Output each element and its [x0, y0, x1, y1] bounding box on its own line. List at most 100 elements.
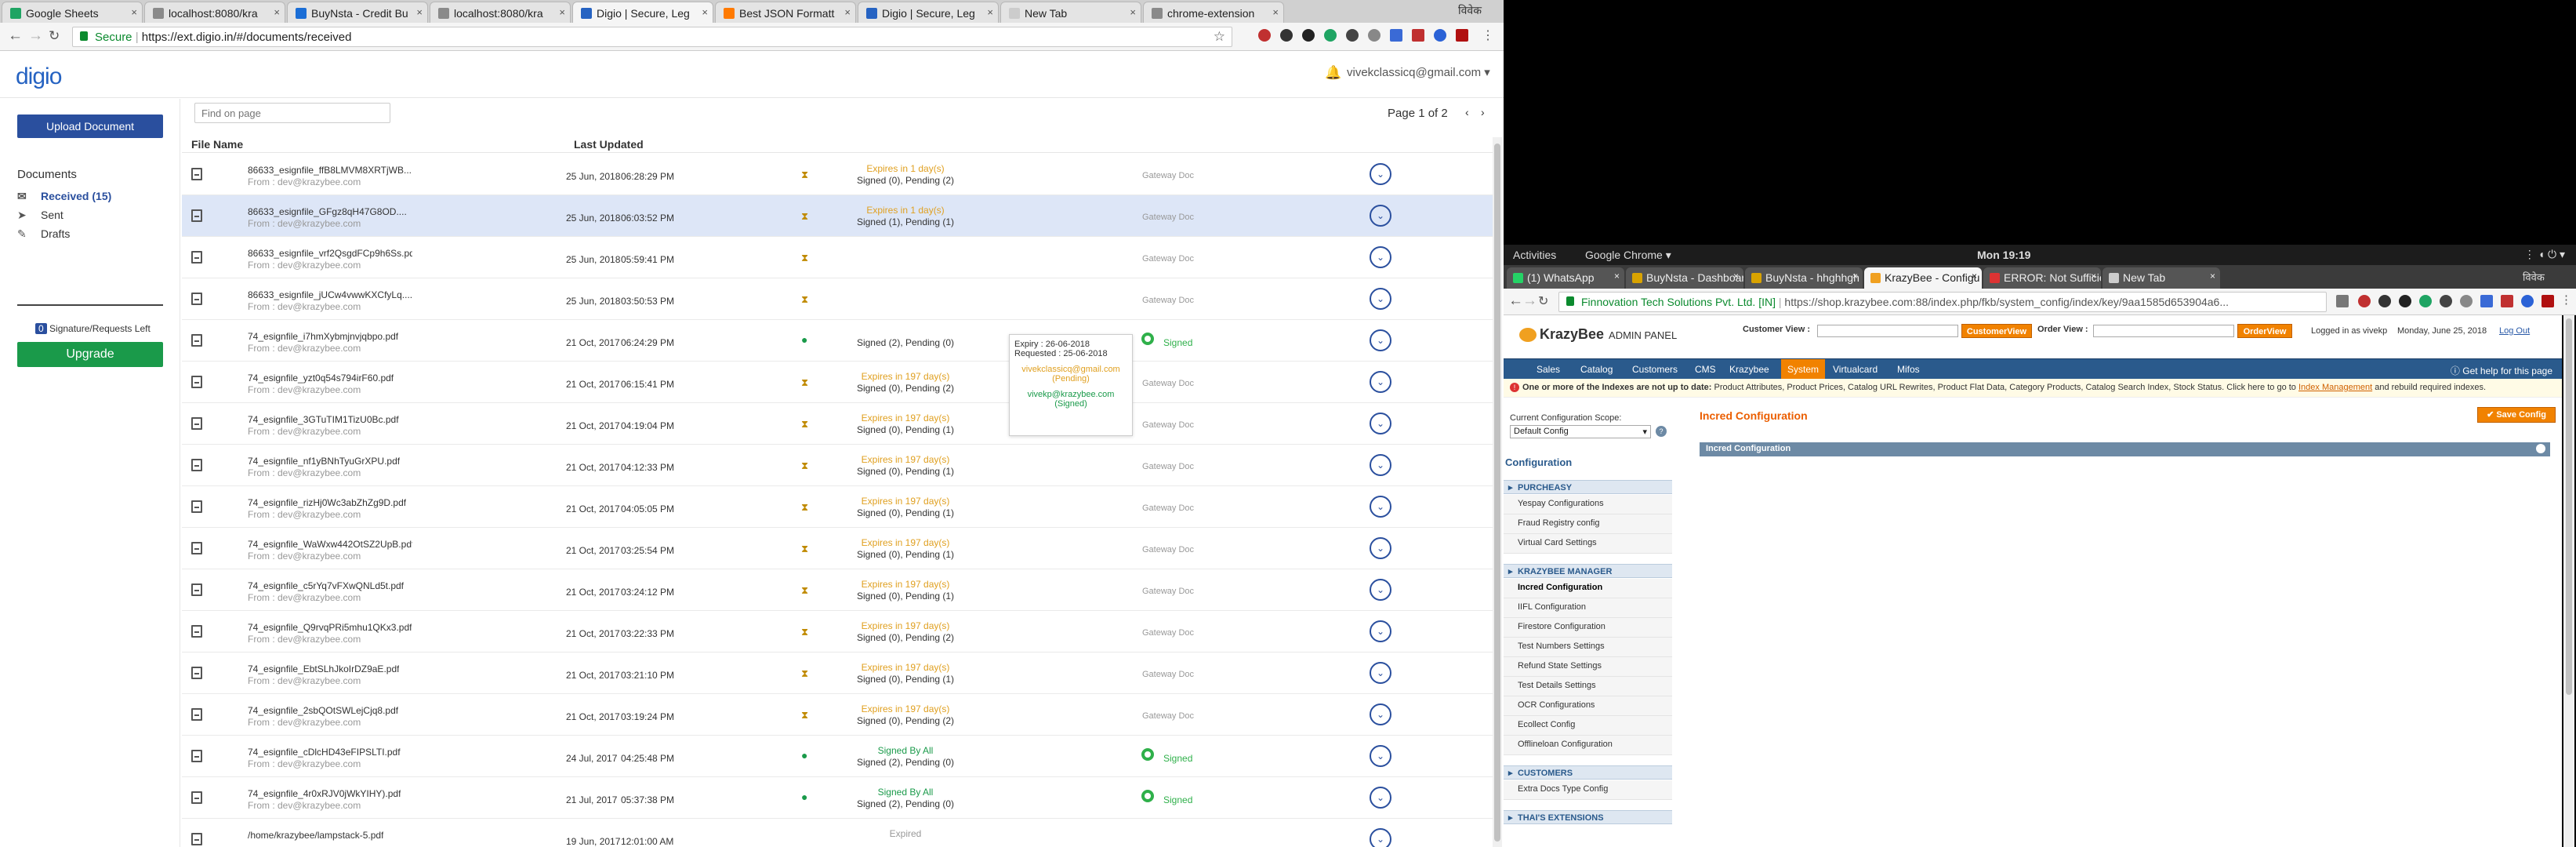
table-row[interactable]: 74_esignfile_c5rYq7vFXwQNLd5t.pdf From : …	[182, 569, 1493, 611]
back-icon[interactable]: ←	[1508, 293, 1523, 310]
extension-icon[interactable]	[1302, 29, 1315, 42]
close-icon[interactable]: ×	[1852, 271, 1858, 282]
file-name[interactable]: 86633_esignfile_vrf2QsgdFCp9h6Ss.pdf	[248, 248, 412, 259]
forward-icon[interactable]: →	[28, 27, 43, 45]
browser-tab[interactable]: Digio | Secure, Leg ×	[858, 2, 999, 23]
nav-item-cms[interactable]: CMS	[1695, 364, 1716, 375]
close-icon[interactable]: ×	[1972, 271, 1977, 282]
file-name[interactable]: 74_esignfile_WaWxw442OtSZ2UpB.pdf	[248, 539, 412, 550]
config-link[interactable]: Extra Docs Type Config	[1518, 784, 1608, 794]
help-icon[interactable]: ?	[1656, 426, 1667, 437]
address-bar[interactable]: Secure | https://ext.digio.in/#/document…	[72, 27, 1232, 47]
chevron-down-icon[interactable]: ⌄	[1370, 662, 1391, 684]
close-icon[interactable]: ×	[844, 6, 851, 18]
save-config-button[interactable]: ✔ Save Config	[2477, 407, 2556, 423]
table-row[interactable]: 74_esignfile_rizHj0Wc3abZhZg9D.pdf From :…	[182, 486, 1493, 528]
order-view-input[interactable]	[2093, 325, 2234, 337]
extension-icon[interactable]	[1258, 29, 1271, 42]
extension-icon[interactable]	[2419, 295, 2432, 307]
system-tray[interactable]: ⋮ ◖ ⏻ ▾	[2524, 248, 2565, 261]
sidebar-item-received[interactable]: ✉ Received (15)	[17, 190, 111, 202]
browser-tab[interactable]: BuyNsta - hhghhgh ×	[1745, 267, 1863, 289]
file-name[interactable]: 74_esignfile_rizHj0Wc3abZhZg9D.pdf	[248, 497, 406, 508]
chevron-down-icon[interactable]: ⌄	[1370, 620, 1391, 642]
reload-icon[interactable]: ↻	[1538, 293, 1548, 309]
extension-icon[interactable]	[2460, 295, 2473, 307]
chevron-down-icon[interactable]: ⌄	[1370, 371, 1391, 393]
config-link[interactable]: Firestore Configuration	[1518, 622, 1605, 631]
table-row[interactable]: 86633_esignfile_jUCw4vwwKXCfyLq.... From …	[182, 278, 1493, 320]
config-link[interactable]: Yespay Configurations	[1518, 499, 1604, 508]
extension-icon[interactable]	[1324, 29, 1337, 42]
close-icon[interactable]: ×	[2210, 271, 2215, 282]
prev-page-icon[interactable]: ‹	[1465, 106, 1469, 118]
table-row[interactable]: 74_esignfile_WaWxw442OtSZ2UpB.pdf From : …	[182, 528, 1493, 569]
config-link[interactable]: Fraud Registry config	[1518, 518, 1600, 528]
extension-icon[interactable]	[1456, 29, 1468, 42]
browser-tab[interactable]: localhost:8080/kra ×	[430, 2, 571, 23]
extension-icon[interactable]	[2521, 295, 2534, 307]
chevron-down-icon[interactable]: ⌄	[1370, 288, 1391, 310]
extension-icon[interactable]	[2480, 295, 2493, 307]
chevron-down-icon[interactable]: ⌄	[1370, 205, 1391, 227]
browser-tab[interactable]: chrome-extension ×	[1143, 2, 1284, 23]
nav-item-mifos[interactable]: Mifos	[1897, 364, 1920, 375]
incred-configuration-fieldset[interactable]: Incred Configuration	[1700, 442, 2550, 456]
menu-icon[interactable]: ⋮	[1482, 27, 1494, 43]
close-icon[interactable]: ×	[1130, 6, 1136, 18]
table-row[interactable]: 86633_esignfile_vrf2QsgdFCp9h6Ss.pdf From…	[182, 237, 1493, 278]
config-link[interactable]: Test Numbers Settings	[1518, 642, 1605, 651]
config-section-header[interactable]: KRAZYBEE MANAGER	[1504, 564, 1672, 578]
file-name[interactable]: 74_esignfile_nf1yBNhTyuGrXPU.pdf	[248, 456, 400, 467]
table-row[interactable]: 86633_esignfile_ffB8LMVM8XRTjWB.... From …	[182, 154, 1493, 195]
order-view-button[interactable]: OrderView	[2237, 324, 2292, 338]
extension-icon[interactable]	[2358, 295, 2371, 307]
nav-item-krazybee[interactable]: Krazybee	[1729, 364, 1769, 375]
log-out-link[interactable]: Log Out	[2499, 326, 2530, 336]
clock[interactable]: Mon 19:19	[1977, 249, 2030, 261]
nav-item-catalog[interactable]: Catalog	[1580, 364, 1613, 375]
menu-icon[interactable]: ⋮	[2560, 293, 2572, 307]
back-icon[interactable]: ←	[8, 27, 23, 45]
app-menu[interactable]: Google Chrome ▾	[1585, 249, 1671, 262]
file-name[interactable]: 74_esignfile_2sbQOtSWLejCjq8.pdf	[248, 705, 398, 716]
upload-document-button[interactable]: Upload Document	[17, 115, 163, 138]
nav-item-virtualcard[interactable]: Virtualcard	[1833, 364, 1878, 375]
sidebar-item-sent[interactable]: ➤ Sent	[17, 209, 63, 221]
find-on-page-input[interactable]	[194, 103, 390, 123]
table-row[interactable]: 74_esignfile_3GTuTIM1TizU0Bc.pdf From : d…	[182, 403, 1493, 445]
upgrade-button[interactable]: Upgrade	[17, 342, 163, 367]
profile-label[interactable]: विवेक	[2523, 270, 2545, 284]
table-row[interactable]: 74_esignfile_nf1yBNhTyuGrXPU.pdf From : d…	[182, 445, 1493, 486]
address-bar[interactable]: Finnovation Tech Solutions Pvt. Ltd. [IN…	[1558, 292, 2327, 312]
config-link[interactable]: IIFL Configuration	[1518, 602, 1586, 612]
scrollbar-thumb[interactable]	[1494, 144, 1500, 842]
toggle-icon[interactable]	[2536, 444, 2545, 453]
help-link[interactable]: ⓘ Get help for this page	[2451, 364, 2552, 377]
bell-icon[interactable]: 🔔	[1325, 65, 1341, 81]
browser-tab[interactable]: Digio | Secure, Leg ×	[572, 2, 713, 24]
close-icon[interactable]: ×	[559, 6, 565, 18]
table-row[interactable]: 74_esignfile_yzt0q54s794irF60.pdf From : …	[182, 362, 1493, 403]
file-name[interactable]: 74_esignfile_3GTuTIM1TizU0Bc.pdf	[248, 414, 399, 425]
chevron-down-icon[interactable]: ⌄	[1370, 454, 1391, 476]
nav-item-sales[interactable]: Sales	[1537, 364, 1560, 375]
extension-icon[interactable]	[2440, 295, 2452, 307]
close-icon[interactable]: ×	[987, 6, 993, 18]
file-name[interactable]: 74_esignfile_Q9rvqPRi5mhu1QKx3.pdf	[248, 622, 412, 633]
close-icon[interactable]: ×	[702, 6, 708, 18]
vertical-scrollbar[interactable]	[2563, 315, 2574, 847]
forward-icon[interactable]: →	[1522, 293, 1537, 310]
close-icon[interactable]: ×	[1733, 271, 1739, 282]
config-section-header[interactable]: PURCHEASY	[1504, 480, 1672, 494]
browser-tab[interactable]: BuyNsta - Credit Bu ×	[287, 2, 428, 23]
file-name[interactable]: 74_esignfile_4r0xRJV0jWkYIHY).pdf	[248, 788, 401, 799]
close-icon[interactable]: ×	[1272, 6, 1279, 18]
extension-icon[interactable]	[1368, 29, 1381, 42]
browser-tab[interactable]: KrazyBee - Configu ×	[1864, 267, 1982, 289]
extension-icon[interactable]	[1280, 29, 1293, 42]
user-menu[interactable]: vivekclassicq@gmail.com ▾	[1347, 65, 1490, 79]
file-name[interactable]: 86633_esignfile_jUCw4vwwKXCfyLq....	[248, 289, 412, 300]
config-section-header[interactable]: THAI'S EXTENSIONS	[1504, 810, 1672, 824]
chevron-down-icon[interactable]: ⌄	[1370, 745, 1391, 767]
